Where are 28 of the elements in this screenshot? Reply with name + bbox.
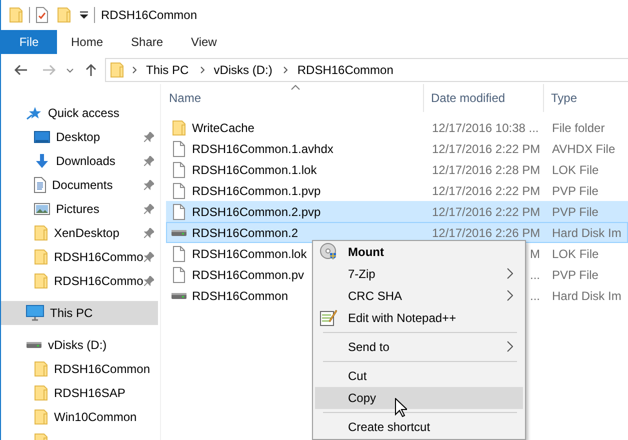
file-type: File folder	[552, 120, 605, 135]
file-type: LOK File	[552, 246, 599, 261]
file-type: PVP File	[552, 204, 598, 219]
date-modified: M	[530, 246, 540, 263]
file-type: PVP File	[552, 184, 598, 198]
file-name: RDSH16Common	[192, 288, 288, 305]
date-modified: 12/17/2016 2:28 PM	[432, 162, 540, 179]
file-name: RDSH16Common.1.avhdx	[192, 140, 334, 158]
file-type: Hard Disk Im	[552, 288, 622, 303]
date-modified: ...	[530, 288, 540, 305]
date-modified: 12/17/2016 2:22 PM	[432, 140, 540, 158]
date-modified: 12/17/2016 2:22 PM	[432, 182, 540, 200]
file-type: LOK File	[552, 162, 599, 177]
file-type: AVHDX File	[552, 142, 616, 156]
file-name: WriteCache	[192, 120, 254, 137]
file-name: RDSH16Common.2	[192, 224, 298, 242]
file-type: PVP File	[552, 268, 598, 282]
date-modified: 12/17/2016 10:38 ...	[432, 120, 539, 137]
file-name: RDSH16Common.lok	[192, 246, 307, 263]
file-name: RDSH16Common.1.lok	[192, 162, 317, 179]
file-name: RDSH16Common.2.pvp	[192, 204, 321, 221]
date-modified: 12/17/2016 2:22 PM	[432, 204, 540, 221]
date-modified: 12/17/2016 2:26 PM	[432, 224, 540, 242]
window-title: RDSH16Common	[101, 7, 198, 24]
file-name: RDSH16Common.pv	[192, 266, 304, 284]
file-type: Hard Disk Im	[552, 226, 622, 240]
date-modified: ...	[530, 266, 540, 284]
file-name: RDSH16Common.1.pvp	[192, 182, 321, 200]
